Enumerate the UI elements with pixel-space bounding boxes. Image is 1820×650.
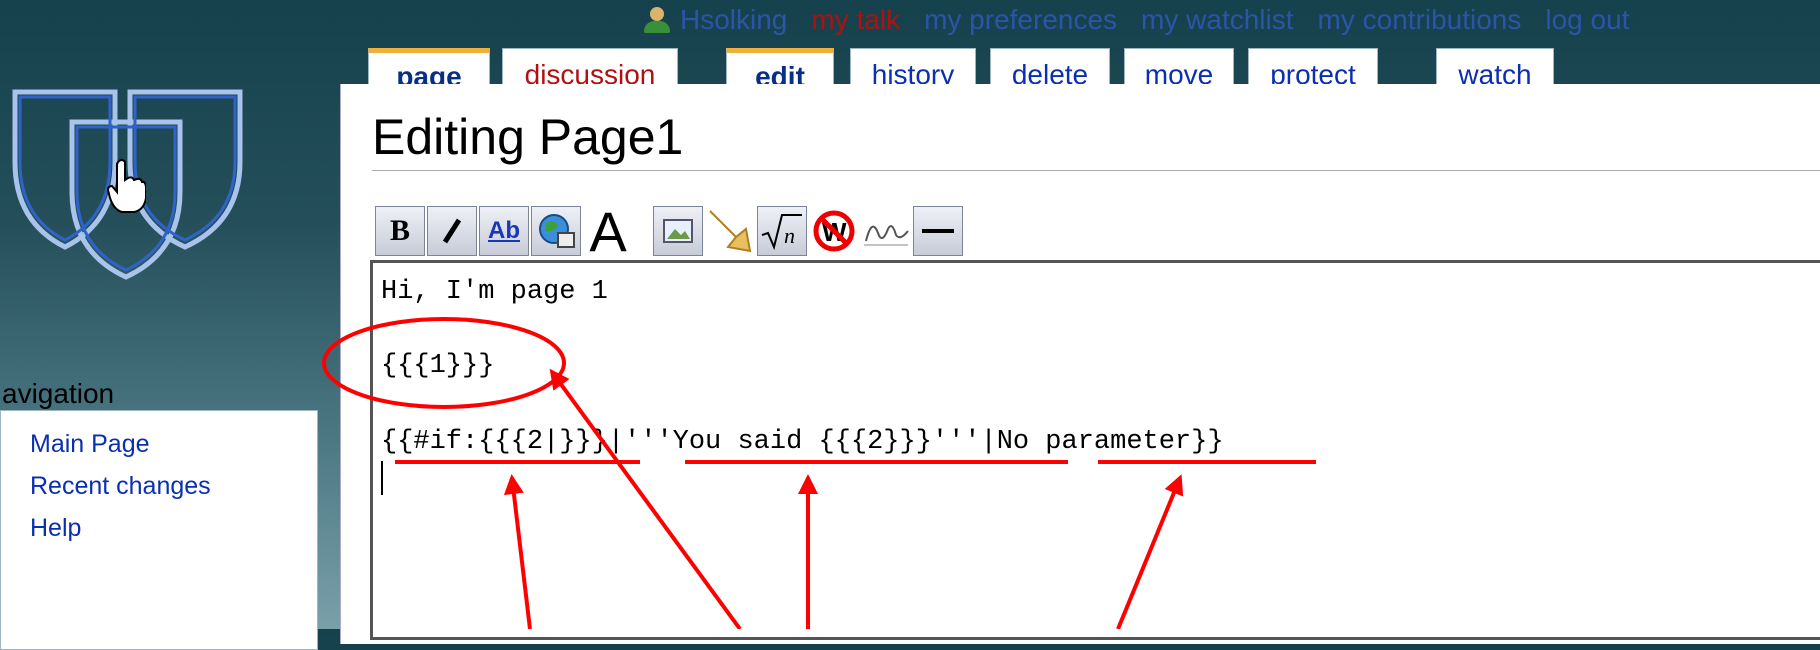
bold-icon: B: [389, 214, 410, 247]
internal-link-icon: Ab: [488, 217, 520, 244]
my-preferences-link[interactable]: my preferences: [924, 4, 1117, 36]
username-link[interactable]: Hsolking: [680, 4, 787, 36]
headline-icon: A: [589, 199, 627, 263]
personal-toolbar: Hsolking my talk my preferences my watch…: [640, 0, 1629, 40]
signature-button[interactable]: [861, 206, 911, 256]
user-icon: [640, 5, 674, 35]
image-icon: [663, 219, 693, 243]
media-icon: [709, 210, 752, 253]
sidebar-item-main-page[interactable]: Main Page: [30, 430, 150, 459]
italic-button[interactable]: [427, 206, 477, 256]
horizontal-rule-icon: [922, 229, 954, 233]
signature-icon: [864, 225, 909, 246]
page-title: Editing Page1: [372, 109, 684, 165]
sidebar-item-help[interactable]: Help: [30, 514, 81, 543]
bold-button[interactable]: B: [375, 206, 425, 256]
my-contributions-link[interactable]: my contributions: [1318, 4, 1522, 36]
horizontal-rule-button[interactable]: [913, 206, 963, 256]
edit-toolbar: B Ab A n W: [375, 200, 963, 263]
editor-line: Hi, I'm page 1: [381, 277, 608, 307]
internal-link-button[interactable]: Ab: [479, 206, 529, 256]
headline-button[interactable]: A: [583, 200, 633, 263]
nowiki-icon: W: [813, 210, 855, 252]
image-button[interactable]: [653, 206, 703, 256]
external-link-icon: [539, 214, 575, 248]
nowiki-button[interactable]: W: [809, 206, 859, 256]
math-button[interactable]: n: [757, 206, 807, 256]
media-button[interactable]: [705, 206, 755, 256]
wiki-logo[interactable]: [0, 82, 300, 302]
navigation-heading: avigation: [2, 378, 115, 409]
edit-textarea[interactable]: Hi, I'm page 1 {{{1}}} {{#if:{{{2|}}}|''…: [370, 260, 1820, 640]
sidebar-item-recent-changes[interactable]: Recent changes: [30, 472, 211, 501]
svg-text:n: n: [784, 223, 795, 248]
math-icon: n: [761, 214, 802, 251]
log-out-link[interactable]: log out: [1545, 4, 1629, 36]
my-talk-link[interactable]: my talk: [811, 4, 900, 36]
editor-line: {{#if:{{{2|}}}|'''You said {{{2}}}'''|No…: [381, 427, 1224, 457]
italic-icon: [442, 218, 462, 244]
external-link-button[interactable]: [531, 206, 581, 256]
my-watchlist-link[interactable]: my watchlist: [1141, 4, 1293, 36]
editor-line: {{{1}}}: [381, 351, 495, 381]
hand-cursor-icon: [106, 159, 146, 213]
title-divider: [372, 170, 1820, 171]
text-caret: [381, 461, 383, 495]
